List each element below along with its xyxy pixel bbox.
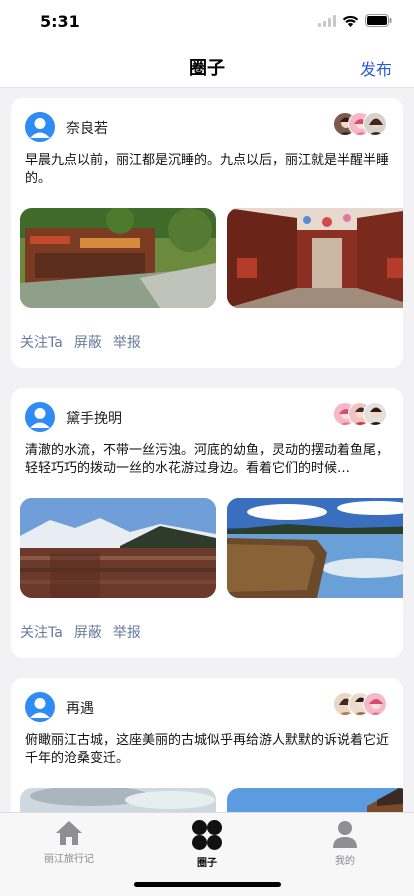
post-photo[interactable] [227,208,403,308]
nav-bar: 圈子 发布 [0,44,414,88]
home-indicator [134,882,281,887]
home-icon [56,821,82,845]
user-avatar-icon [30,408,50,428]
post-card[interactable]: 再遇 俯瞰丽江古城，这座美丽的古城似乎再给游人默默的诉说着它近千年的沧桑变迁。 [11,678,403,812]
username[interactable]: 再遇 [66,698,94,718]
post-actions: 关注Ta 屏蔽 举报 [20,332,141,352]
publish-button[interactable]: 发布 [360,56,392,80]
tab-circle[interactable]: 圈子 [157,819,257,869]
member-avatar [363,402,387,426]
username[interactable]: 黛手挽明 [66,408,122,428]
post-photo[interactable] [20,788,216,812]
status-time: 5:31 [40,12,80,31]
follow-button[interactable]: 关注Ta [20,332,63,352]
member-avatar [363,112,387,136]
username[interactable]: 奈良若 [66,118,108,138]
image-row[interactable] [20,208,403,308]
image-row[interactable] [20,498,403,598]
tab-lijiang-travel[interactable]: 丽江旅行记 [19,819,119,865]
member-avatars [333,112,389,138]
avatar[interactable] [25,402,55,432]
image-row[interactable] [20,788,403,812]
member-avatar [363,692,387,716]
status-bar: 5:31 [0,0,414,44]
member-avatars [333,402,389,428]
post-photo[interactable] [227,498,403,598]
report-button[interactable]: 举报 [113,622,141,642]
tab-mine[interactable]: 我的 [295,819,395,867]
follow-button[interactable]: 关注Ta [20,622,63,642]
post-photo[interactable] [20,208,216,308]
member-avatars [333,692,389,718]
block-button[interactable]: 屏蔽 [74,332,102,352]
post-photo[interactable] [227,788,403,812]
tab-label: 圈子 [197,858,217,869]
tab-label: 丽江旅行记 [44,854,94,865]
post-photo[interactable] [20,498,216,598]
avatar[interactable] [25,692,55,722]
block-button[interactable]: 屏蔽 [74,622,102,642]
battery-icon [365,14,392,27]
status-icons [318,14,392,27]
person-icon [333,821,357,848]
post-feed[interactable]: 奈良若 早晨九点以前，丽江都是沉睡的。九点以后，丽江就是半醒半睡的。 关注Ta … [0,89,414,812]
post-actions: 关注Ta 屏蔽 举报 [20,622,141,642]
avatar[interactable] [25,112,55,142]
wifi-icon [342,15,359,27]
user-avatar-icon [30,698,50,718]
post-text: 俯瞰丽江古城，这座美丽的古城似乎再给游人默默的诉说着它近千年的沧桑变迁。 [25,733,389,766]
report-button[interactable]: 举报 [113,332,141,352]
page-title: 圈子 [189,58,225,79]
tab-label: 我的 [335,856,355,867]
post-text: 早晨九点以前，丽江都是沉睡的。九点以后，丽江就是半醒半睡的。 [25,153,389,186]
post-text: 清澈的水流，不带一丝污浊。河底的幼鱼，灵动的摆动着鱼尾，轻轻巧巧的拨动一丝的水花… [25,443,389,476]
signal-icon [318,14,336,27]
user-avatar-icon [30,118,50,138]
circle-grid-icon [192,820,222,850]
post-card[interactable]: 黛手挽明 清澈的水流，不带一丝污浊。河底的幼鱼，灵动的摆动着鱼尾，轻轻巧巧的拨动… [11,388,403,658]
post-card[interactable]: 奈良若 早晨九点以前，丽江都是沉睡的。九点以后，丽江就是半醒半睡的。 关注Ta … [11,98,403,368]
